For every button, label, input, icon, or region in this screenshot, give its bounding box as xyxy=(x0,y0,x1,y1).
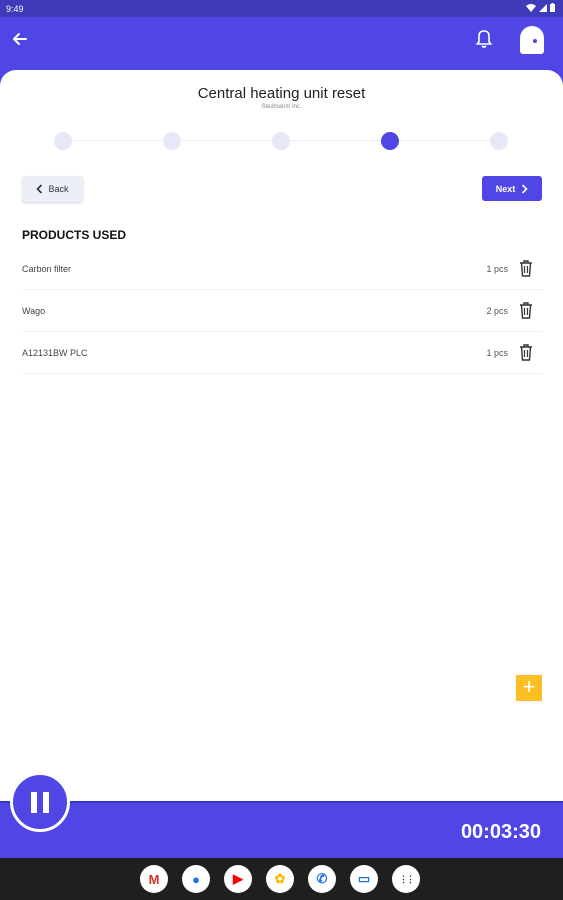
android-nav-bar: M ● ▶ ✿ ✆ ▭ ⋮⋮ xyxy=(0,858,563,900)
back-button[interactable]: Back xyxy=(22,176,83,202)
product-qty: 2 pcs xyxy=(486,306,508,316)
pause-button[interactable] xyxy=(10,772,70,832)
product-list: Carbon filter 1 pcs Wago 2 pcs A12131BW … xyxy=(22,248,542,374)
task-subtitle: Stedmanm Inc. xyxy=(261,104,302,110)
add-product-button[interactable]: + xyxy=(516,675,542,701)
chevron-left-icon xyxy=(36,184,43,194)
status-bar: 9:49 xyxy=(0,0,563,17)
system-icons xyxy=(526,3,555,12)
chrome-glyph: ● xyxy=(192,871,200,887)
list-item: Wago 2 pcs xyxy=(22,290,542,332)
signal-icon xyxy=(539,3,547,12)
chevron-right-icon xyxy=(522,183,528,194)
product-qty: 1 pcs xyxy=(486,348,508,358)
phone-glyph: ✆ xyxy=(316,871,328,886)
step-dot[interactable] xyxy=(272,132,290,150)
step-dot[interactable] xyxy=(54,132,72,150)
battery-icon xyxy=(550,3,555,12)
pause-icon-bar xyxy=(43,792,49,813)
trash-icon[interactable] xyxy=(519,302,533,319)
phone-icon[interactable]: ✆ xyxy=(308,865,336,893)
bell-icon[interactable] xyxy=(474,27,494,49)
trash-icon[interactable] xyxy=(519,260,533,277)
main-sheet: Central heating unit reset Stedmanm Inc.… xyxy=(0,70,563,810)
youtube-icon[interactable]: ▶ xyxy=(224,865,252,893)
next-button[interactable]: Next xyxy=(482,176,542,201)
avatar-eye xyxy=(533,39,537,43)
app-drawer-icon[interactable]: ⋮⋮ xyxy=(392,865,420,893)
step-dot[interactable] xyxy=(490,132,508,150)
youtube-glyph: ▶ xyxy=(233,871,243,886)
list-item: A12131BW PLC 1 pcs xyxy=(22,332,542,374)
gmail-glyph: M xyxy=(148,871,160,887)
product-name: Carbon filter xyxy=(22,264,72,274)
next-button-label: Next xyxy=(495,183,516,194)
photos-icon[interactable]: ✿ xyxy=(266,865,294,893)
product-name: Wago xyxy=(22,306,46,316)
ghost-avatar-icon[interactable] xyxy=(520,26,544,54)
wifi-icon xyxy=(526,3,536,12)
gmail-icon[interactable]: M xyxy=(140,865,168,893)
back-button-label: Back xyxy=(48,184,69,194)
progress-stepper xyxy=(54,132,508,150)
timer-bar: 00:03:30 xyxy=(0,801,563,860)
app-drawer-glyph: ⋮⋮ xyxy=(399,873,415,884)
messages-glyph: ▭ xyxy=(357,871,371,886)
step-dot[interactable] xyxy=(163,132,181,150)
chrome-icon[interactable]: ● xyxy=(182,865,210,893)
task-title: Central heating unit reset xyxy=(197,85,366,102)
status-time: 9:49 xyxy=(6,4,24,14)
app-dock: M ● ▶ ✿ ✆ ▭ ⋮⋮ xyxy=(140,865,420,893)
elapsed-timer: 00:03:30 xyxy=(460,821,541,843)
messages-icon[interactable]: ▭ xyxy=(350,865,378,893)
step-dot-active[interactable] xyxy=(381,132,399,150)
products-section-title: PRODUCTS USED xyxy=(22,228,127,242)
product-name: A12131BW PLC xyxy=(22,348,88,358)
trash-icon[interactable] xyxy=(519,344,533,361)
pause-icon-bar xyxy=(31,792,37,813)
list-item: Carbon filter 1 pcs xyxy=(22,248,542,290)
arrow-left-icon[interactable] xyxy=(10,29,30,49)
photos-glyph: ✿ xyxy=(274,871,286,886)
product-qty: 1 pcs xyxy=(486,264,508,274)
app-bar xyxy=(0,17,563,72)
